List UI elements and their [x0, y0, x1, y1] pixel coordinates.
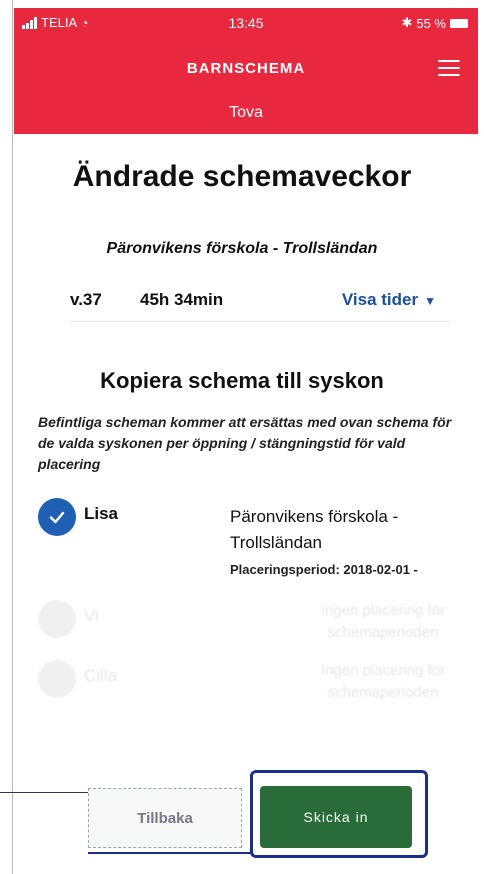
- sibling-placement: Päronvikens förskola - Trollsländan: [230, 507, 399, 552]
- sibling-row: Cilla Ingen placering för schemaperioden: [38, 660, 468, 716]
- hamburger-menu-icon[interactable]: [438, 60, 460, 76]
- battery-percent: 55 %: [416, 15, 446, 31]
- page-title: Ändrade schemaveckor: [72, 160, 412, 193]
- status-right-group: ✱ 55 %: [401, 15, 468, 31]
- edge-marker-line: [0, 792, 88, 793]
- show-times-label: Visa tider: [341, 290, 419, 309]
- show-times-link[interactable]: Visa tider ▼: [342, 290, 436, 310]
- child-name: Tova: [229, 104, 263, 121]
- battery-icon: [450, 18, 468, 28]
- checkbox-disabled-icon: [38, 660, 76, 698]
- back-underline: [88, 852, 252, 854]
- sibling-name: Vi: [84, 606, 99, 625]
- app-header: BARNSCHEMA Tova: [14, 38, 478, 134]
- week-number: v.37: [70, 290, 102, 309]
- checkbox-checked-icon[interactable]: [38, 498, 76, 536]
- sibling-placement-period: Placeringsperiod: 2018-02-01 -: [230, 562, 418, 577]
- week-row: v.37 45h 34min Visa tider ▼: [70, 288, 450, 322]
- status-bar: TELIA ◔ 13:45 ✱ 55 %: [14, 8, 478, 38]
- week-hours: 45h 34min: [140, 290, 224, 309]
- school-name: Päronvikens förskola - Trollsländan: [106, 240, 378, 257]
- bluetooth-icon: ✱: [401, 15, 413, 30]
- sibling-name: Cilla: [84, 666, 118, 685]
- sibling-placement: Ingen placering för schemaperioden: [320, 602, 446, 641]
- copy-info-text: Befintliga scheman kommer att ersättas m…: [38, 414, 452, 472]
- sibling-row: Lisa Päronvikens förskola - Trollsländan…: [38, 498, 468, 588]
- sibling-placement: Ingen placering för schemaperioden: [320, 662, 446, 701]
- caret-down-icon: ▼: [424, 294, 436, 308]
- app-title: BARNSCHEMA: [186, 60, 306, 77]
- copy-schedule-heading: Kopiera schema till syskon: [100, 368, 384, 393]
- sibling-row: Vi Ingen placering för schemaperioden: [38, 600, 468, 656]
- sibling-name: Lisa: [84, 504, 119, 523]
- back-button[interactable]: Tillbaka: [88, 788, 242, 848]
- left-edge-line: [12, 0, 13, 874]
- submit-button[interactable]: Skicka in: [260, 786, 412, 848]
- checkbox-disabled-icon: [38, 600, 76, 638]
